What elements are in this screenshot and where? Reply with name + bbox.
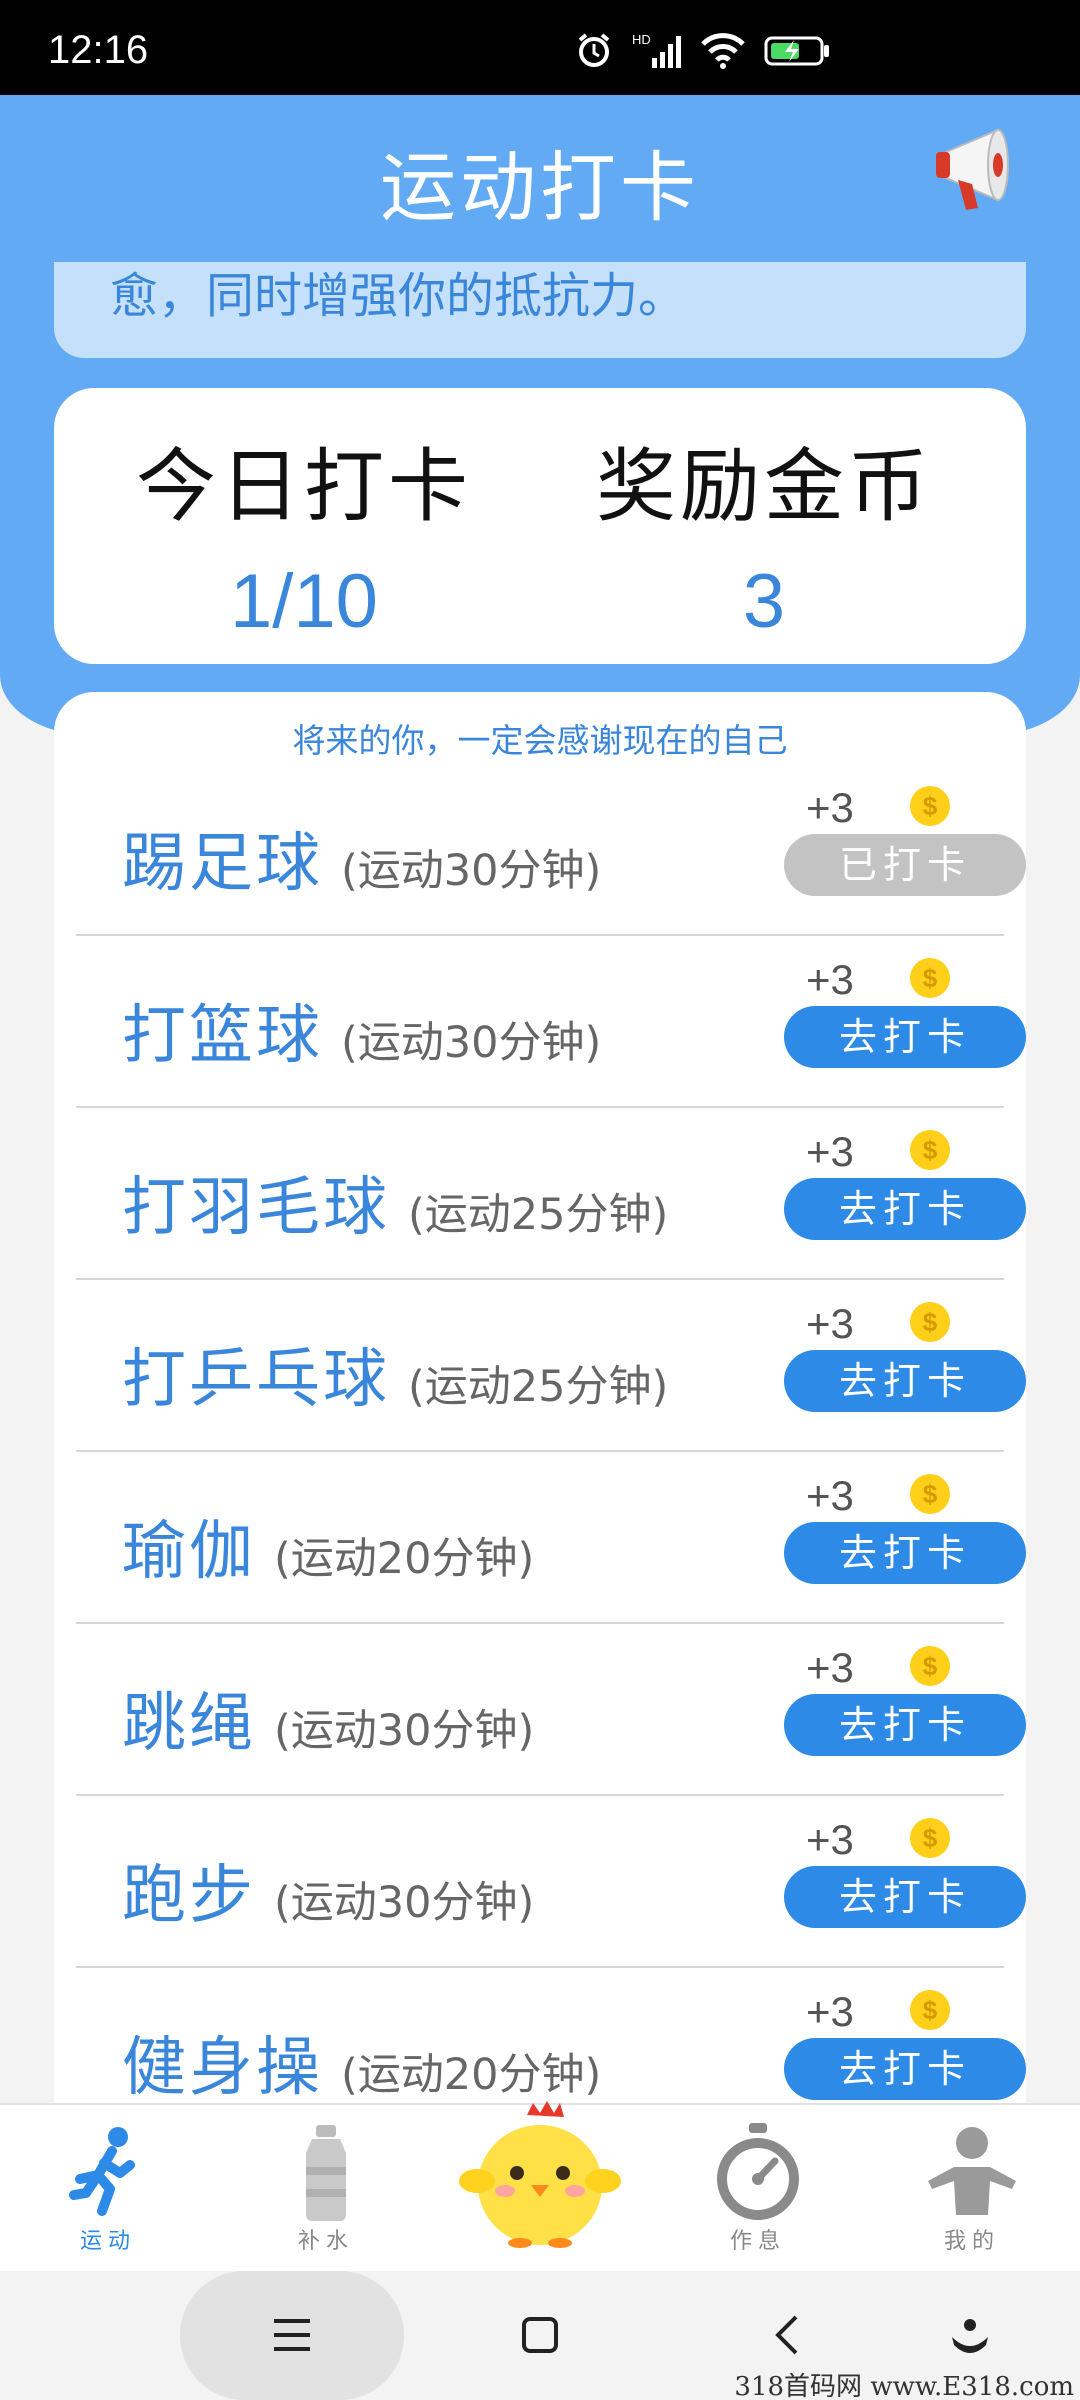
activity-duration: (运动30分钟) — [341, 1018, 602, 1068]
coin-icon: $ — [910, 1130, 950, 1170]
check-in-button[interactable]: 去打卡 — [784, 1522, 1026, 1584]
list-item: 瑜伽 (运动20分钟) +3 $ 去打卡 — [76, 1452, 1026, 1624]
coin-icon: $ — [910, 1646, 950, 1686]
reward-amount: +3 — [806, 1472, 854, 1519]
reward-amount: +3 — [806, 1816, 854, 1863]
list-item: 打乒乓球 (运动25分钟) +3 $ 去打卡 — [76, 1280, 1026, 1452]
checked-in-button[interactable]: 已打卡 — [784, 834, 1026, 896]
battery-charging-icon — [764, 36, 829, 66]
tab-rest-label: 作息 — [729, 2229, 786, 2254]
tab-me[interactable]: 我的 — [892, 2105, 1052, 2273]
check-in-button[interactable]: 去打卡 — [784, 1350, 1026, 1412]
activity-duration: (运动25分钟) — [408, 1190, 669, 1240]
check-in-button[interactable]: 去打卡 — [784, 1178, 1026, 1240]
check-in-button[interactable]: 去打卡 — [784, 1006, 1026, 1068]
tab-center-mascot[interactable] — [459, 2101, 621, 2273]
signal-icon: HD — [632, 32, 681, 68]
activity-name: 踢足球 — [122, 827, 323, 901]
activity-name: 跑步 — [122, 1859, 256, 1933]
chick-mascot-icon — [459, 2101, 621, 2248]
assistant-icon[interactable] — [948, 2315, 992, 2359]
activity-list-card: 将来的你，一定会感谢现在的自己 踢足球 (运动30分钟) +3 $ 已打卡 打篮球… — [54, 692, 1026, 2112]
tip-text: 愈，同时增强你的抵抗力。 — [110, 268, 687, 324]
status-time: 12:16 — [48, 28, 149, 72]
alarm-icon — [578, 33, 610, 67]
list-item: 踢足球 (运动30分钟) +3 $ 已打卡 — [76, 764, 1026, 936]
watermark-text: 318首码网 www.E318.com — [734, 2372, 1074, 2400]
bottom-tab-bar: 运动 补水 作息 我的 — [0, 2101, 1080, 2273]
reward-amount: +3 — [806, 1988, 854, 2035]
reward-amount: +3 — [806, 1300, 854, 1347]
stats-card: 今日打卡 1/10 奖励金币 3 — [54, 388, 1026, 664]
coin-icon: $ — [910, 1474, 950, 1514]
reward-coins-stat: 奖励金币 3 — [554, 422, 974, 645]
page-title: 运动打卡 — [380, 143, 700, 232]
activity-duration: (运动30分钟) — [274, 1706, 535, 1756]
tab-water[interactable]: 补水 — [246, 2105, 406, 2273]
back-icon[interactable] — [770, 2313, 806, 2357]
app-root: 12:16 HD 运动打卡 愈，同时增强你的抵抗力。 今日打卡 1/10 奖励金… — [0, 0, 1080, 2400]
check-in-button[interactable]: 去打卡 — [784, 1866, 1026, 1928]
tab-sport-label: 运动 — [79, 2229, 136, 2254]
check-in-button[interactable]: 去打卡 — [784, 1694, 1026, 1756]
tip-banner: 愈，同时增强你的抵抗力。 — [54, 262, 1026, 358]
person-icon — [928, 2127, 1016, 2215]
today-checkin-value: 1/10 — [230, 559, 378, 644]
status-bar: 12:16 HD — [0, 0, 1080, 95]
list-item: 跳绳 (运动30分钟) +3 $ 去打卡 — [76, 1624, 1026, 1796]
reward-amount: +3 — [806, 1128, 854, 1175]
reward-amount: +3 — [806, 1644, 854, 1691]
activity-name: 打羽毛球 — [122, 1171, 390, 1245]
motto-text: 将来的你，一定会感谢现在的自己 — [292, 721, 788, 760]
activity-duration: (运动20分钟) — [274, 1534, 535, 1584]
stopwatch-icon — [717, 2123, 799, 2220]
list-item: 跑步 (运动30分钟) +3 $ 去打卡 — [76, 1796, 1026, 1968]
reward-coins-label: 奖励金币 — [596, 440, 932, 533]
list-item: 健身操 (运动20分钟) +3 $ 去打卡 — [76, 1968, 1026, 2112]
activity-duration: (运动30分钟) — [274, 1878, 535, 1928]
coin-icon: $ — [910, 958, 950, 998]
activity-name: 打乒乓球 — [122, 1343, 390, 1417]
tab-rest[interactable]: 作息 — [678, 2105, 838, 2273]
coin-icon: $ — [910, 786, 950, 826]
tab-me-label: 我的 — [943, 2229, 1000, 2254]
running-icon — [69, 2127, 135, 2216]
check-in-button[interactable]: 去打卡 — [784, 2038, 1026, 2100]
activity-name: 瑜伽 — [122, 1515, 256, 1589]
water-bottle-icon — [306, 2125, 346, 2221]
reward-amount: +3 — [806, 784, 854, 831]
reward-amount: +3 — [806, 956, 854, 1003]
svg-text:HD: HD — [632, 32, 651, 47]
coin-icon: $ — [910, 1818, 950, 1858]
activity-duration: (运动25分钟) — [408, 1362, 669, 1412]
status-icons: HD — [574, 28, 830, 72]
activity-name: 打篮球 — [122, 999, 323, 1073]
wifi-icon — [701, 33, 745, 69]
home-icon[interactable] — [520, 2315, 560, 2355]
today-checkin-stat: 今日打卡 1/10 — [94, 422, 514, 645]
megaphone-icon[interactable] — [928, 122, 1028, 218]
menu-icon[interactable] — [270, 2315, 314, 2355]
list-item: 打篮球 (运动30分钟) +3 $ 去打卡 — [76, 936, 1026, 1108]
activity-name: 跳绳 — [122, 1687, 256, 1761]
coin-icon: $ — [910, 1302, 950, 1342]
reward-coins-value: 3 — [742, 559, 786, 644]
coin-icon: $ — [910, 1990, 950, 2030]
list-item: 打羽毛球 (运动25分钟) +3 $ 去打卡 — [76, 1108, 1026, 1280]
tab-water-label: 补水 — [297, 2229, 354, 2254]
today-checkin-label: 今日打卡 — [136, 440, 472, 533]
tab-sport[interactable]: 运动 — [28, 2105, 188, 2273]
activity-duration: (运动30分钟) — [341, 846, 602, 896]
activity-name: 健身操 — [122, 2031, 323, 2105]
